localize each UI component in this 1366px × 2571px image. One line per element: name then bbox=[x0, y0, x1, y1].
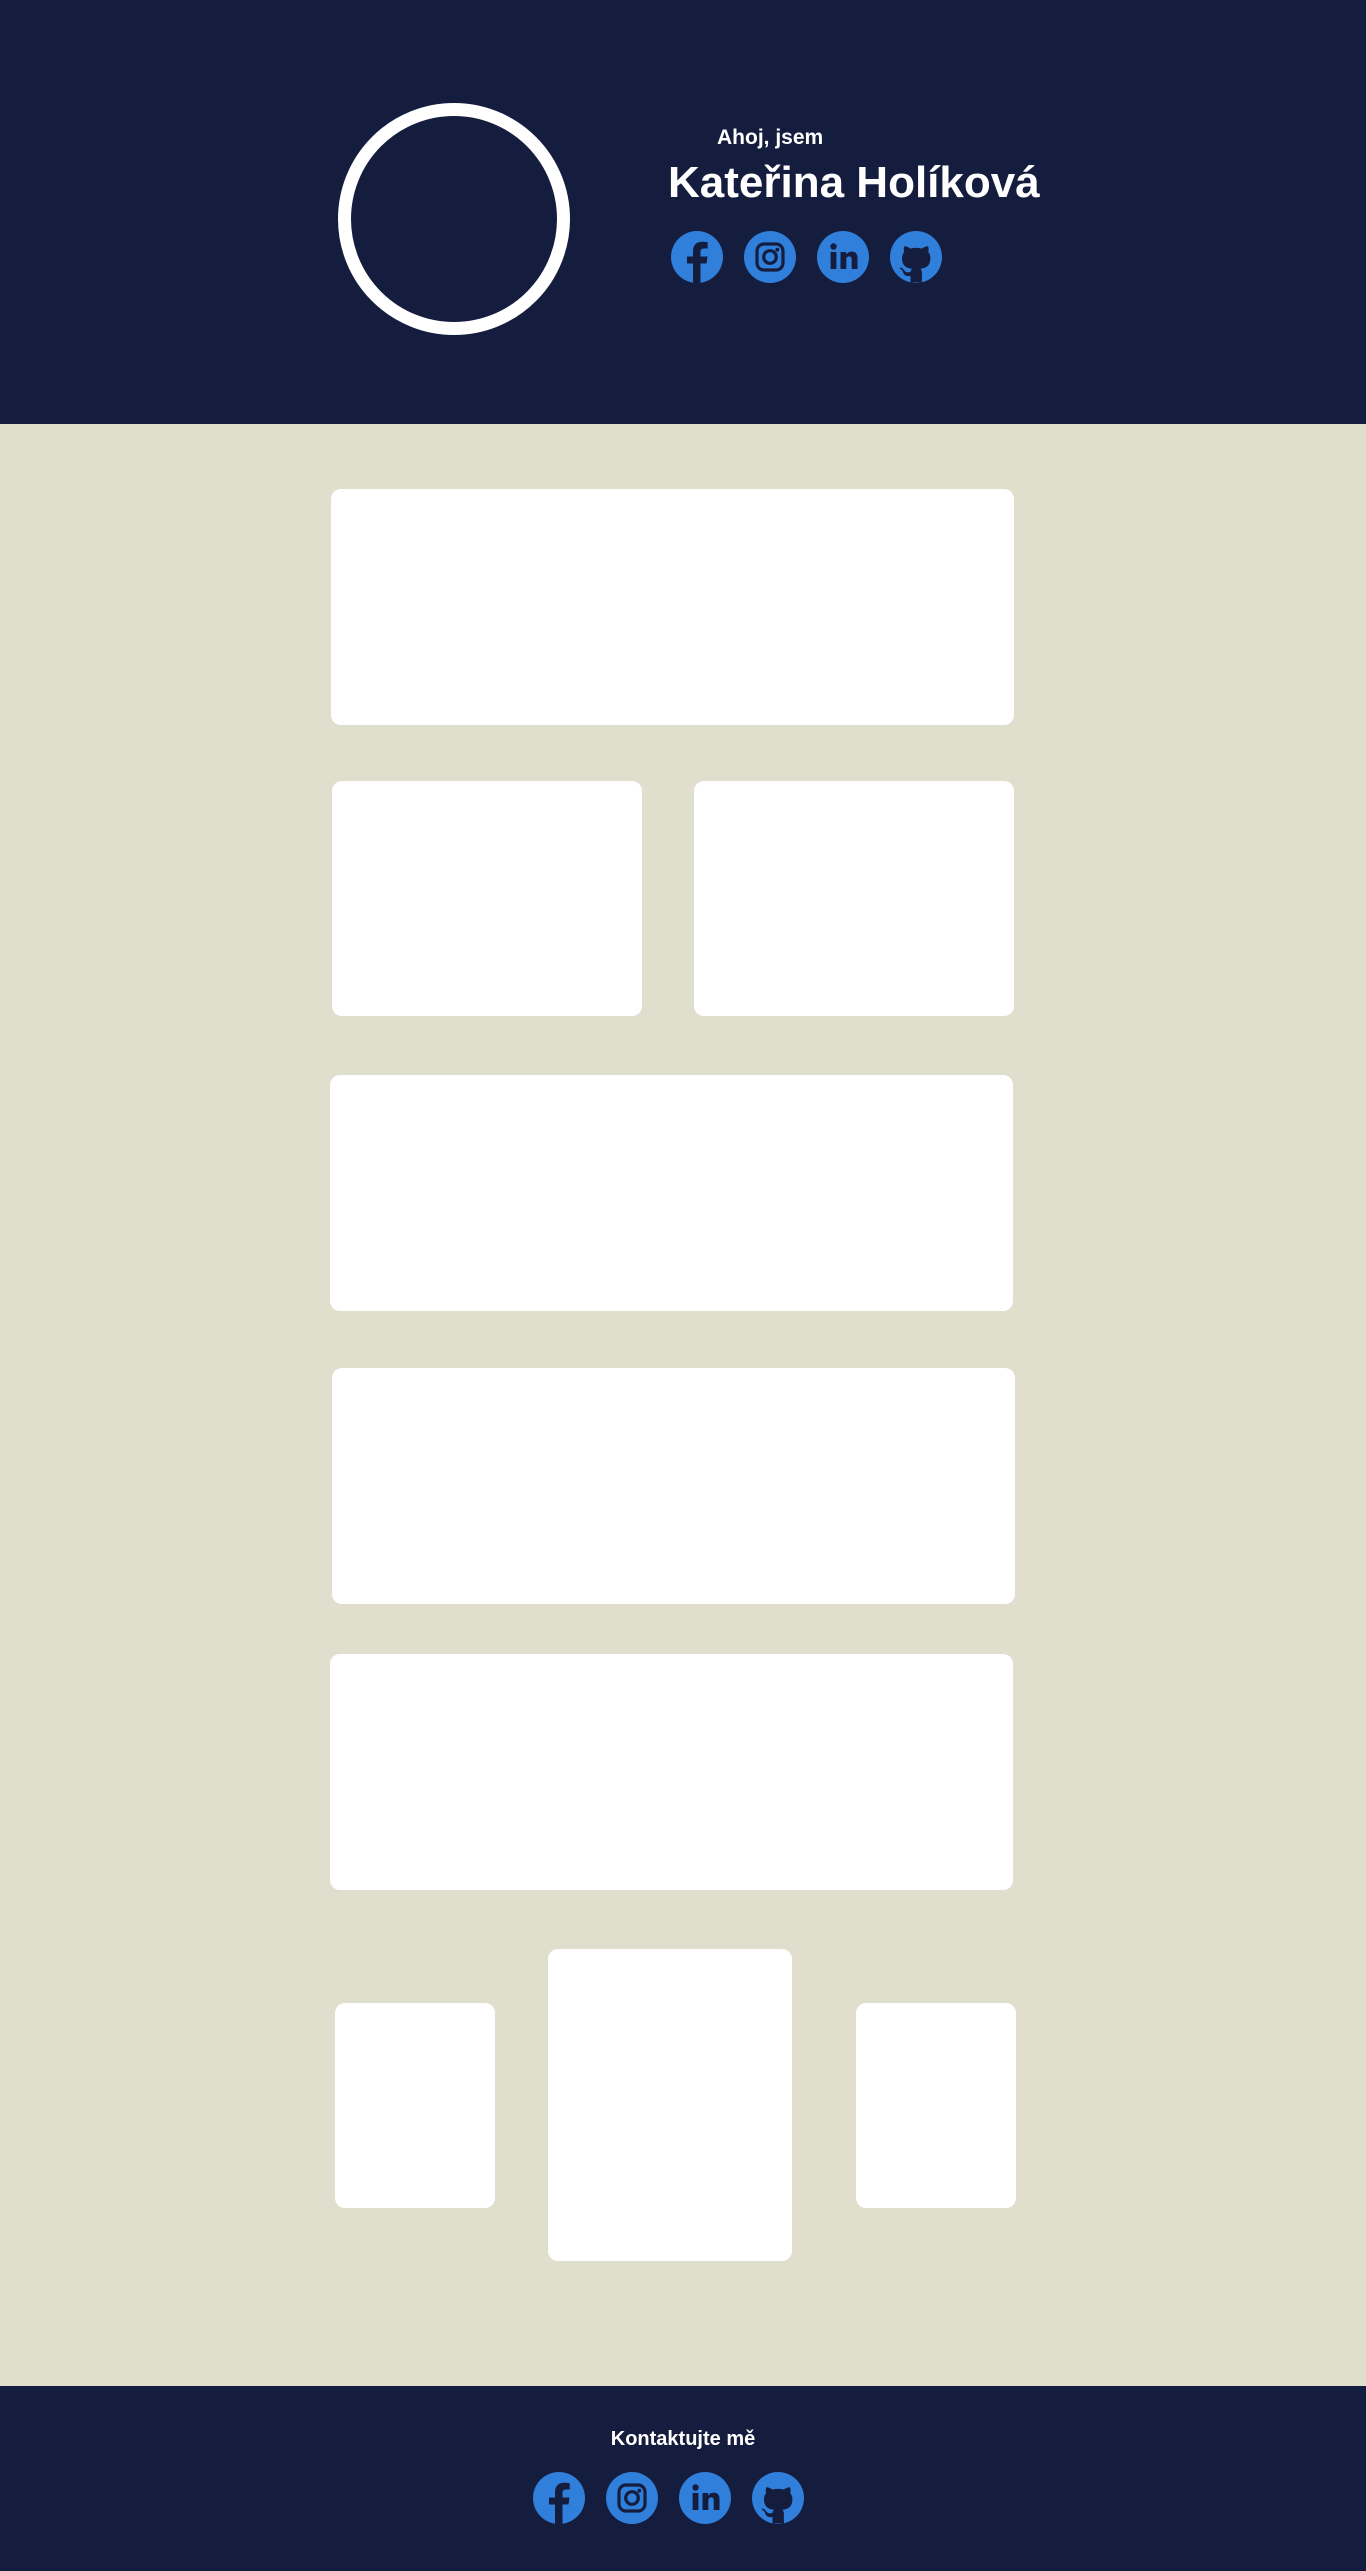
social-links-header bbox=[671, 231, 942, 283]
content-card-7 bbox=[335, 2003, 495, 2208]
content-card-2 bbox=[332, 781, 642, 1016]
greeting-text: Ahoj, jsem bbox=[717, 126, 824, 149]
content-card-9 bbox=[856, 2003, 1016, 2208]
instagram-icon bbox=[617, 2483, 647, 2513]
facebook-icon bbox=[549, 2482, 570, 2524]
github-icon bbox=[899, 246, 931, 283]
instagram-link[interactable] bbox=[606, 2472, 658, 2524]
github-link[interactable] bbox=[890, 231, 942, 283]
facebook-icon bbox=[687, 241, 708, 283]
instagram-link[interactable] bbox=[744, 231, 796, 283]
content-card-8 bbox=[548, 1949, 792, 2261]
content-card-5 bbox=[332, 1368, 1015, 1604]
content-card-3 bbox=[694, 781, 1014, 1016]
content-card-4 bbox=[330, 1075, 1013, 1311]
facebook-link[interactable] bbox=[671, 231, 723, 283]
hero-header bbox=[0, 0, 1366, 424]
social-links-footer bbox=[533, 2472, 804, 2524]
contact-label: Kontaktujte mě bbox=[610, 2428, 756, 2450]
avatar bbox=[338, 103, 570, 335]
linkedin-icon bbox=[830, 243, 858, 269]
linkedin-link[interactable] bbox=[679, 2472, 731, 2524]
content-card-1 bbox=[331, 489, 1014, 725]
page-title: Kateřina Holíková bbox=[668, 158, 1040, 207]
instagram-icon bbox=[755, 242, 785, 272]
linkedin-link[interactable] bbox=[817, 231, 869, 283]
github-link[interactable] bbox=[752, 2472, 804, 2524]
github-icon bbox=[761, 2487, 793, 2524]
facebook-link[interactable] bbox=[533, 2472, 585, 2524]
linkedin-icon bbox=[692, 2484, 720, 2510]
content-card-6 bbox=[330, 1654, 1013, 1890]
